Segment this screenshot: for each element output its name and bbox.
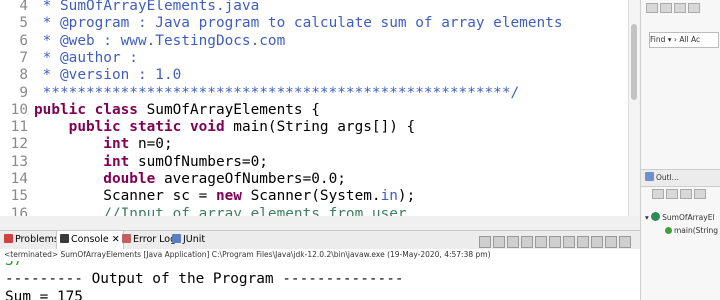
code-token: int xyxy=(34,153,138,170)
code-token: new xyxy=(215,188,251,205)
console-line: --------- Output of the Program --------… xyxy=(5,271,404,287)
code-token: * @web : www.TestingDocs.com xyxy=(34,32,286,49)
pin-console-icon[interactable] xyxy=(563,235,575,248)
right-panel: Find ▾ › All Ac Outl... ▾ SumOfArrayEl m… xyxy=(640,0,720,300)
outline-icon xyxy=(645,172,654,181)
outline-header: Outl... xyxy=(641,169,720,187)
code-token: SumOfArrayElements.java xyxy=(60,0,260,14)
clear-console-icon[interactable] xyxy=(521,235,533,248)
tab-error-log[interactable]: Error Log xyxy=(122,231,176,249)
remove-all-icon[interactable] xyxy=(507,235,519,248)
console-output[interactable]: 37 --------- Output of the Program ------… xyxy=(0,261,640,300)
outline-class-label: SumOfArrayEl xyxy=(662,213,715,222)
find-field[interactable]: Find ▾ › All Ac xyxy=(649,32,719,48)
class-icon xyxy=(651,212,661,221)
toolbar-icon[interactable] xyxy=(646,3,658,13)
outline-item-class[interactable]: ▾ SumOfArrayEl xyxy=(645,212,715,222)
line-number: 16 xyxy=(10,205,28,216)
code-token: * xyxy=(34,0,60,14)
minimize-icon[interactable] xyxy=(605,235,617,248)
console-status: <terminated> SumOfArrayElements [Java Ap… xyxy=(0,249,640,261)
toolbar-icon[interactable] xyxy=(688,3,700,13)
code-token: averageOfNumbers=0.0; xyxy=(163,171,346,187)
code-token: SumOfArrayElements { xyxy=(146,101,320,118)
code-text: //Input of array elements from user xyxy=(34,204,407,216)
problems-icon xyxy=(4,234,13,243)
code-token: public static void xyxy=(34,119,234,136)
all-link[interactable]: All xyxy=(679,35,688,44)
maximize-icon[interactable] xyxy=(619,235,631,248)
junit-icon xyxy=(172,234,181,243)
console-line: 37 xyxy=(5,261,23,269)
code-token: Scanner(System. xyxy=(250,188,381,205)
remove-launch-icon[interactable] xyxy=(493,235,505,248)
code-token: //Input of array elements from user xyxy=(34,205,407,216)
code-token: Scanner sc = xyxy=(34,188,216,205)
code-token: * @version : 1.0 xyxy=(34,67,182,84)
console-icon xyxy=(60,234,69,243)
outline-toolbar xyxy=(651,188,707,200)
tab-junit[interactable]: JUnit xyxy=(172,231,205,249)
code-token: sumOfNumbers=0; xyxy=(137,153,268,170)
chevron-down-icon: ▾ xyxy=(645,213,649,222)
display-console-icon[interactable] xyxy=(577,235,589,248)
word-wrap-icon[interactable] xyxy=(549,235,561,248)
chevron-down-icon: ▾ xyxy=(667,35,672,44)
tab-label: Error Log xyxy=(133,234,177,245)
code-token: ****************************************… xyxy=(34,84,520,101)
ac-link[interactable]: Ac xyxy=(691,35,700,44)
tab-label: Console xyxy=(71,234,109,245)
toolbar-icon[interactable] xyxy=(652,189,664,199)
tab-problems[interactable]: Problems xyxy=(4,231,59,249)
chevron-right-icon: › xyxy=(673,35,677,44)
right-toolbar xyxy=(645,2,701,14)
find-label: Find xyxy=(650,35,666,44)
tab-label: JUnit xyxy=(183,234,206,245)
outline-title[interactable]: Outl... xyxy=(656,173,679,182)
tab-label: Problems xyxy=(15,234,59,245)
code-token: public class xyxy=(34,101,147,118)
code-token: int xyxy=(34,136,138,153)
toolbar-icon[interactable] xyxy=(680,189,692,199)
editor-scroll-thumb[interactable] xyxy=(631,24,637,100)
code-token: main(String args[]) { xyxy=(233,119,416,136)
code-token: * @author : xyxy=(34,49,138,66)
toolbar-icon[interactable] xyxy=(694,189,706,199)
scroll-lock-icon[interactable] xyxy=(535,235,547,248)
console-toolbar xyxy=(478,233,632,248)
outline-item-method[interactable]: main(String xyxy=(665,226,718,235)
close-icon[interactable]: ✕ xyxy=(109,234,120,245)
outline-method-label: main(String xyxy=(674,226,719,235)
terminate-icon[interactable] xyxy=(479,235,491,248)
error-log-icon xyxy=(122,234,131,243)
code-token: in xyxy=(380,188,398,205)
method-icon xyxy=(665,227,672,234)
bottom-tabs: Problems Console ✕ Error Log JUnit xyxy=(0,230,640,250)
open-console-icon[interactable] xyxy=(591,235,603,248)
code-token: double xyxy=(34,171,164,187)
toolbar-icon[interactable] xyxy=(666,189,678,199)
code-token: n=0; xyxy=(137,136,173,153)
toolbar-icon[interactable] xyxy=(674,3,686,13)
code-token: ); xyxy=(397,188,416,205)
editor-scrollbar[interactable] xyxy=(628,0,639,216)
code-token: * @program : Java program to calculate s… xyxy=(34,15,563,32)
toolbar-icon[interactable] xyxy=(660,3,672,13)
console-line: Sum = 175 xyxy=(5,289,83,300)
code-line: 16 //Input of array elements from user xyxy=(0,204,628,216)
tab-console[interactable]: Console ✕ xyxy=(56,231,124,249)
code-editor[interactable]: 4 * SumOfArrayElements.java 5 * @program … xyxy=(0,0,628,216)
